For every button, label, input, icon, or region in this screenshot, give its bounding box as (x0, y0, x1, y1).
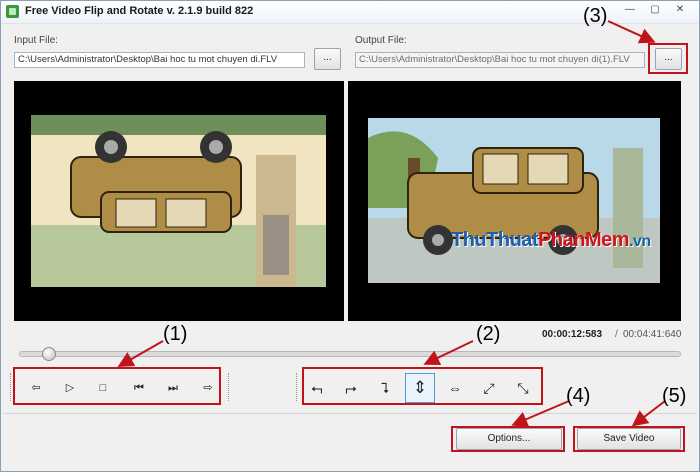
annotation-label-2: (2) (476, 323, 501, 345)
annotation-label-3: (3) (583, 5, 608, 27)
app-window: Free Video Flip and Rotate v. 2.1.9 buil… (0, 0, 700, 472)
annotation-label-5: (5) (662, 385, 687, 407)
annotation-arrows (117, 20, 666, 427)
annotation-label-4: (4) (566, 385, 591, 407)
annotation-label-1: (1) (163, 323, 188, 345)
